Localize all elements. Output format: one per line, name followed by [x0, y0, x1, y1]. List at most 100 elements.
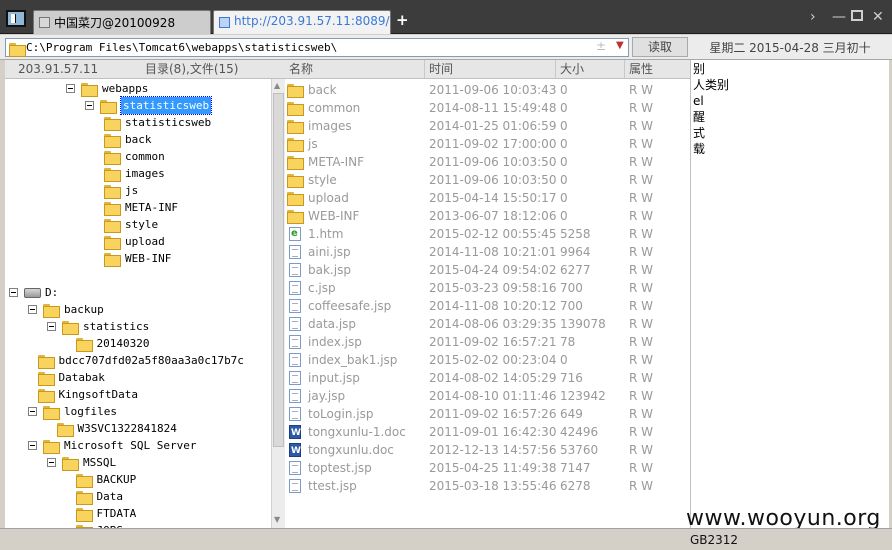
server-ip: 203.91.57.11 — [18, 62, 99, 76]
tree-collapse-icon[interactable] — [85, 101, 94, 110]
tab-chopper[interactable]: 中国菜刀@20100928 — [33, 10, 211, 34]
file-size: 5258 — [560, 227, 591, 241]
file-row[interactable]: toLogin.jsp 2011-09-02 16:57:26 649 R W — [285, 405, 690, 423]
column-attr[interactable]: 属性 — [625, 60, 690, 78]
column-time[interactable]: 时间 — [425, 60, 556, 78]
folder-icon — [104, 168, 121, 182]
minimize-icon[interactable]: — — [832, 9, 846, 25]
folder-icon — [104, 202, 121, 216]
folder-icon — [100, 100, 117, 114]
tree-collapse-icon[interactable] — [28, 441, 37, 450]
tree-node-label: 20140320 — [96, 337, 150, 350]
tree-collapse-icon[interactable] — [28, 407, 37, 416]
file-row[interactable]: style 2011-09-06 10:03:50 0 R W — [285, 171, 690, 189]
favorite-icon[interactable]: ± — [596, 39, 606, 53]
tab-url[interactable]: http://203.91.57.11:8089/sta... — [213, 10, 391, 34]
folder-icon — [104, 134, 121, 148]
tree-collapse-icon[interactable] — [66, 84, 75, 93]
file-attr: R W — [629, 263, 654, 277]
file-attr: R W — [629, 173, 654, 187]
file-attr: R W — [629, 227, 654, 241]
file-icon — [289, 281, 301, 295]
tree-collapse-icon[interactable] — [28, 305, 37, 314]
file-row[interactable]: upload 2015-04-14 15:50:17 0 R W — [285, 189, 690, 207]
file-list: back 2011-09-06 10:03:43 0 R Wcommon 2014-08… — [285, 79, 690, 528]
file-row[interactable]: ttest.jsp 2015-03-18 13:55:46 6278 R W — [285, 477, 690, 495]
column-name[interactable]: 名称 — [285, 60, 425, 78]
file-row[interactable]: common 2014-08-11 15:49:48 0 R W — [285, 99, 690, 117]
file-size: 7147 — [560, 461, 591, 475]
file-row[interactable]: tongxunlu.doc 2012-12-13 14:57:5653760 R W — [285, 441, 690, 460]
file-time: 2011-09-06 10:03:50 — [429, 155, 557, 169]
date-label: 星期二 2015-04-28 三月初十 — [709, 41, 871, 55]
file-row[interactable]: toptest.jsp 2015-04-25 11:49:38 7147 R W — [285, 459, 690, 477]
file-name: style — [308, 173, 337, 187]
file-row[interactable]: coffeesafe.jsp 2014-11-08 10:20:12 700 R W — [285, 297, 690, 315]
file-attr: R W — [629, 371, 654, 385]
column-size[interactable]: 大小 — [556, 60, 625, 78]
file-attr: R W — [629, 407, 654, 421]
tree-collapse-icon[interactable] — [47, 458, 56, 467]
tree-node-label: Databak — [58, 371, 105, 384]
file-name: c.jsp — [308, 281, 336, 295]
directory-tree: webapps statisticsweb statisticsweb back com… — [5, 79, 271, 528]
encoding-label: GB2312 — [690, 533, 739, 547]
file-time: 2015-03-18 13:55:46 — [429, 479, 557, 493]
file-row[interactable]: META-INF 2011-09-06 10:03:50 0 R W — [285, 153, 690, 171]
file-row[interactable]: jay.jsp 2014-08-10 01:11:46 123942 R W — [285, 387, 690, 405]
file-row[interactable]: 1.htm 2015-02-12 00:55:455258 R W — [285, 225, 690, 243]
file-attr: R W — [629, 299, 654, 313]
read-button[interactable]: 读取 — [632, 37, 688, 57]
tree-collapse-icon[interactable] — [47, 322, 56, 331]
file-row[interactable]: images 2014-01-25 01:06:59 0 R W — [285, 117, 690, 135]
new-tab-plus-icon[interactable]: + — [396, 11, 409, 29]
tree-node-label: statisticsweb — [125, 116, 212, 129]
file-size: 0 — [560, 101, 568, 115]
file-row[interactable]: tongxunlu-1.doc 2011-09-01 16:42:3042496 R… — [285, 423, 690, 442]
scroll-down-icon[interactable]: ▼ — [274, 515, 280, 524]
tree-collapse-icon[interactable] — [9, 288, 18, 297]
file-name: 1.htm — [308, 227, 344, 241]
file-size: 123942 — [560, 389, 606, 403]
scrollbar-thumb[interactable] — [273, 93, 284, 447]
path-input[interactable] — [26, 40, 596, 55]
folder-icon — [287, 210, 304, 224]
file-size: 700 — [560, 299, 583, 313]
file-row[interactable]: back 2011-09-06 10:03:43 0 R W — [285, 81, 690, 99]
file-row[interactable]: aini.jsp 2014-11-08 10:21:01 9964 R W — [285, 243, 690, 261]
folder-icon — [62, 321, 79, 335]
file-row[interactable]: WEB-INF 2013-06-07 18:12:06 0 R W — [285, 207, 690, 225]
file-row[interactable]: index.jsp 2011-09-02 16:57:21 78 R W — [285, 333, 690, 351]
file-size: 716 — [560, 371, 583, 385]
file-name: index_bak1.jsp — [308, 353, 398, 367]
file-name: upload — [308, 191, 349, 205]
file-attr: R W — [629, 191, 654, 205]
folder-icon — [37, 372, 55, 386]
item-count: 目录(8),文件(15) — [145, 62, 239, 76]
file-row[interactable]: js 2011-09-02 17:00:00 0 R W — [285, 135, 690, 153]
file-icon — [289, 371, 301, 385]
folder-icon — [287, 174, 304, 188]
tree-scrollbar[interactable]: ▲ ▼ — [271, 79, 285, 528]
file-row[interactable]: c.jsp 2015-03-23 09:58:16 700 R W — [285, 279, 690, 297]
file-attr: R W — [629, 335, 654, 349]
file-name: input.jsp — [308, 371, 360, 385]
tab-scroll-right-icon[interactable]: › — [810, 9, 816, 25]
file-attr: R W — [629, 209, 654, 223]
scroll-up-icon[interactable]: ▲ — [274, 81, 280, 90]
file-row[interactable]: input.jsp 2014-08-02 14:05:29 716 R W — [285, 369, 690, 387]
side-note-line: 醒 — [693, 110, 706, 124]
file-time: 2011-09-06 10:03:50 — [429, 173, 557, 187]
side-note-line: 别 — [693, 62, 706, 76]
title-bar: 中国菜刀@20100928 http://203.91.57.11:8089/s… — [0, 0, 892, 34]
file-row[interactable]: bak.jsp 2015-04-24 09:54:02 6277 R W — [285, 261, 690, 279]
file-row[interactable]: index_bak1.jsp 2015-02-02 00:23:04 0 R W — [285, 351, 690, 369]
folder-icon — [75, 491, 93, 505]
close-icon[interactable]: ✕ — [872, 9, 884, 25]
tab-label: http://203.91.57.11:8089/sta... — [234, 14, 390, 28]
chevron-down-icon[interactable]: ▼ — [616, 40, 624, 51]
file-time: 2013-06-07 18:12:06 — [429, 209, 557, 223]
maximize-icon[interactable] — [851, 10, 863, 21]
folder-icon — [81, 83, 98, 97]
file-row[interactable]: data.jsp 2014-08-06 03:29:35 139078 R W — [285, 315, 690, 333]
